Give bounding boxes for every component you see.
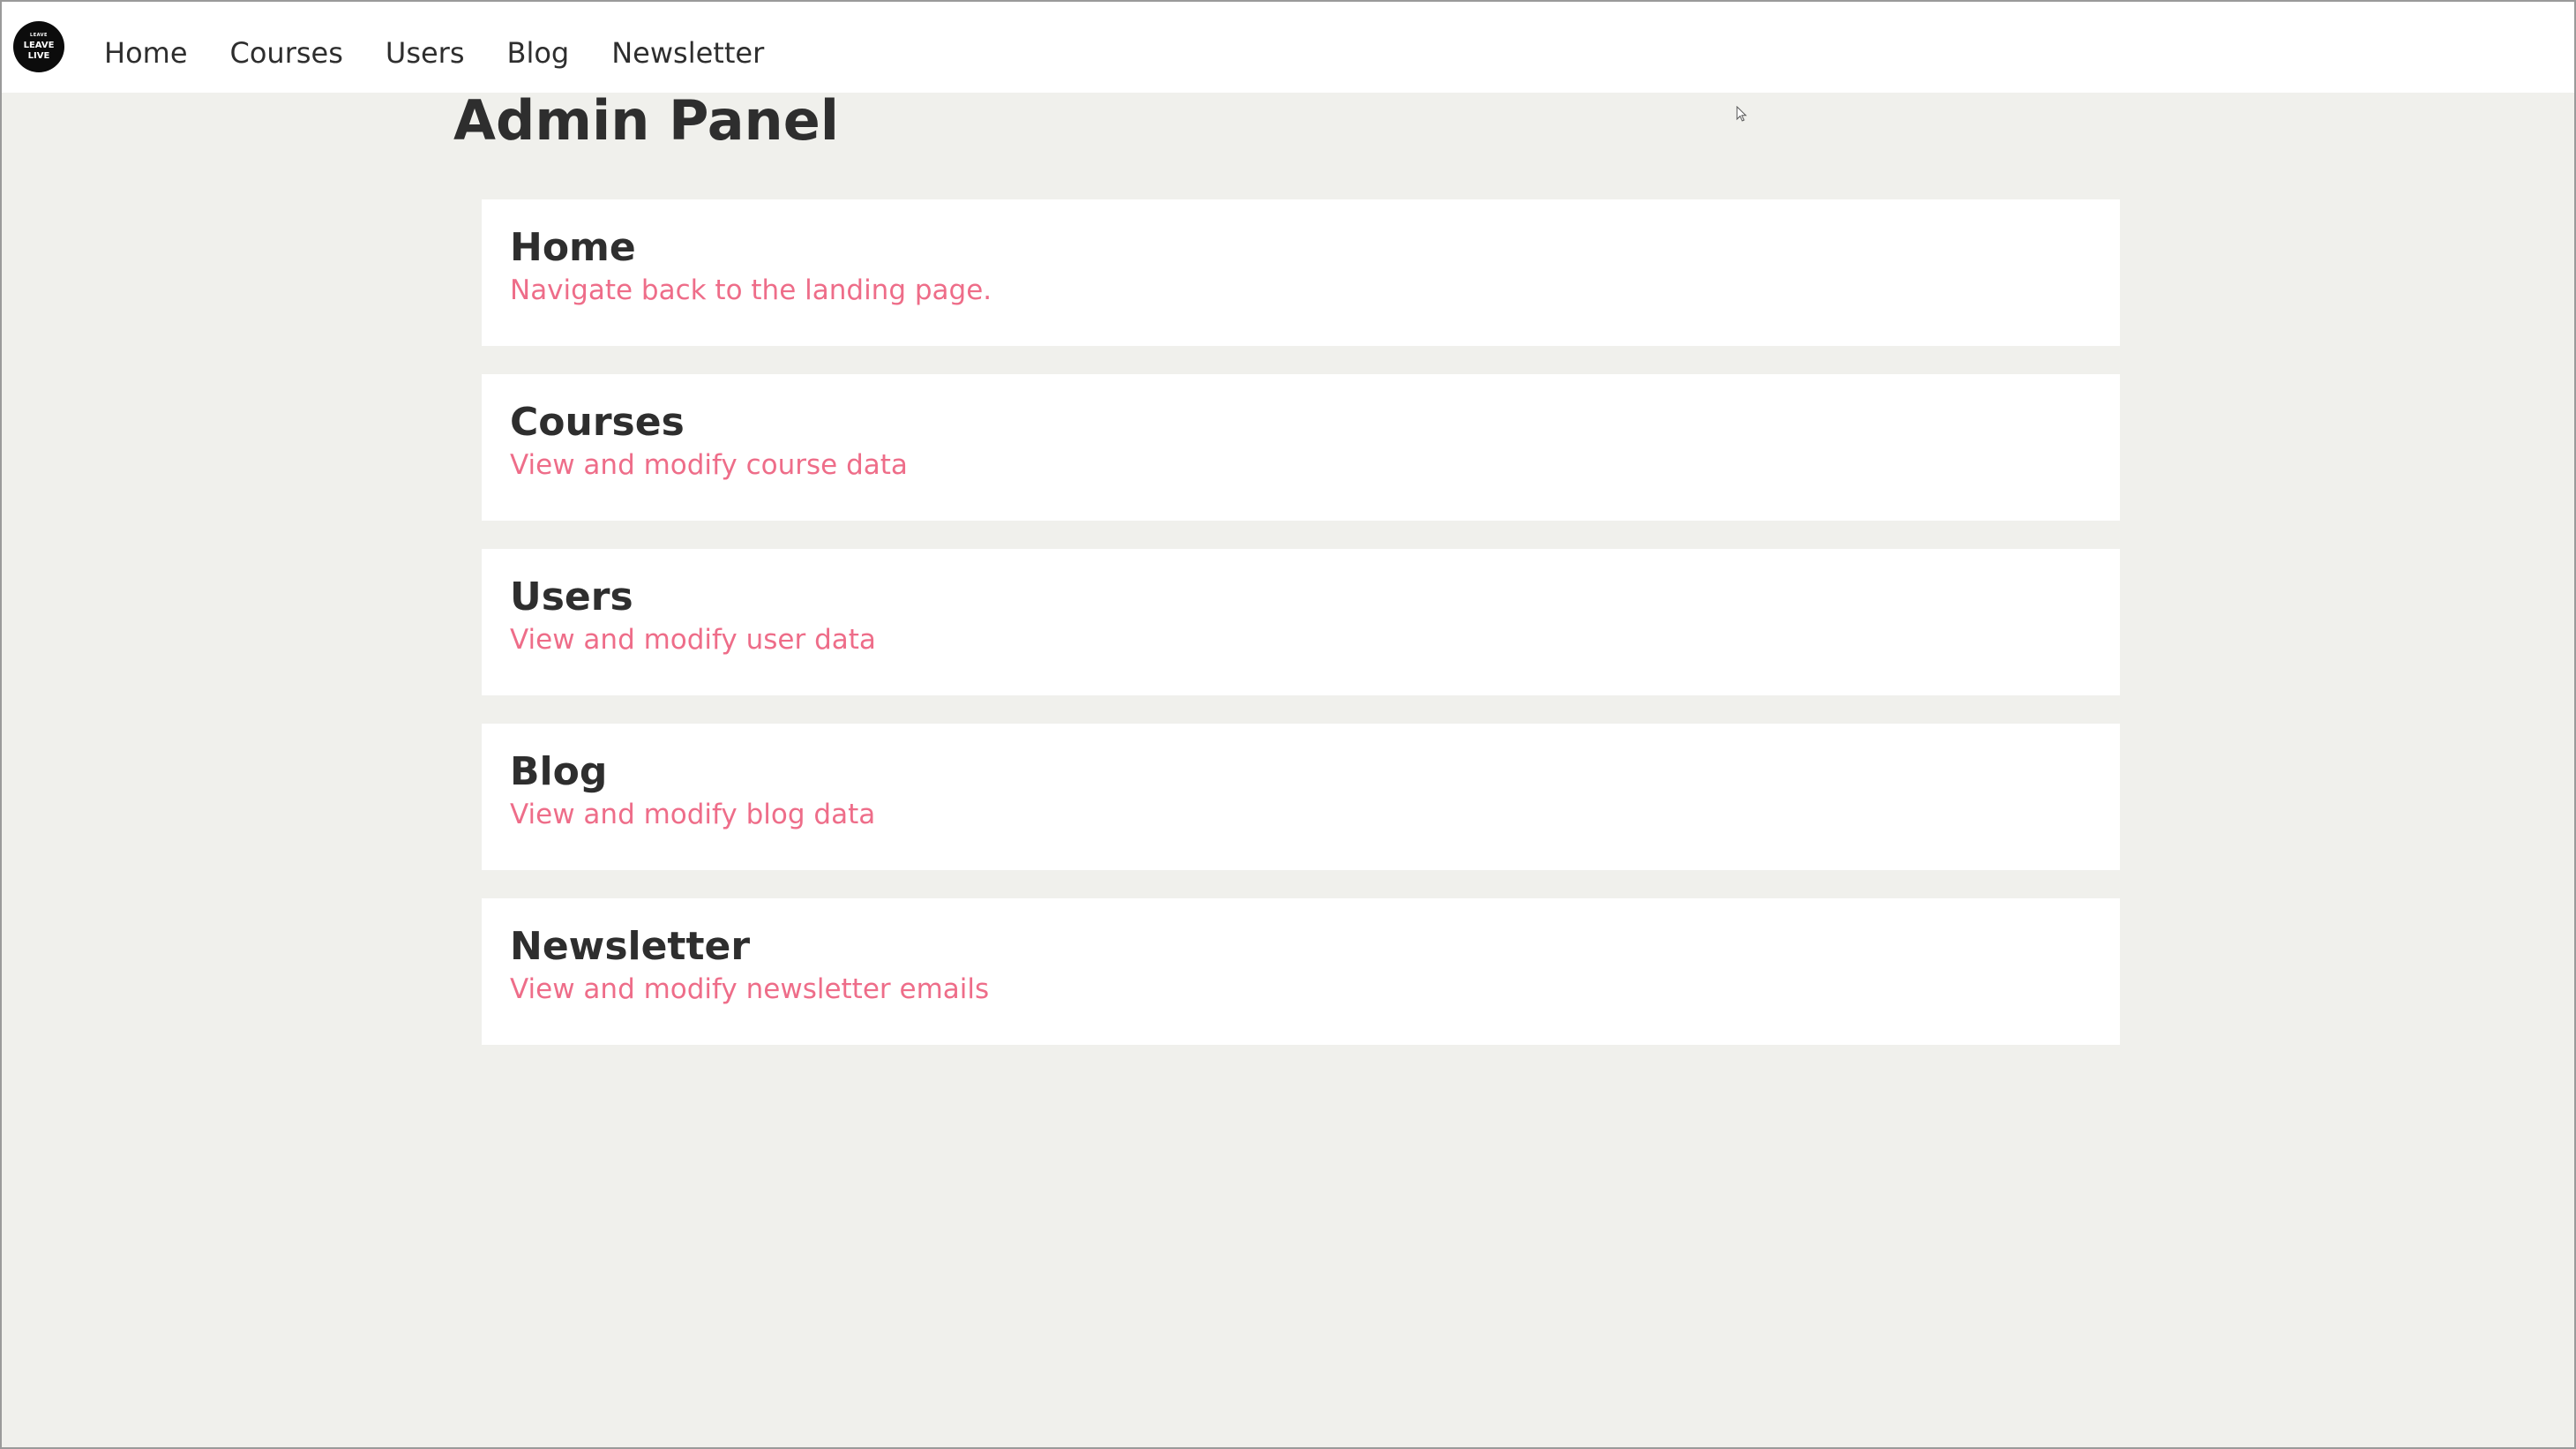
card-title: Newsletter	[510, 924, 751, 969]
card-title: Users	[510, 574, 633, 619]
top-navigation-bar: LEAVE LEAVE LIVE Home Courses Users Blog…	[2, 2, 2574, 93]
card-description: View and modify course data	[510, 448, 908, 481]
logo-line-2: LIVE	[27, 50, 50, 61]
mouse-cursor-icon	[1736, 106, 1748, 122]
nav-link-users[interactable]: Users	[386, 36, 465, 70]
logo-line-1: LEAVE	[23, 40, 55, 50]
card-title: Blog	[510, 749, 608, 794]
nav-link-home[interactable]: Home	[104, 36, 188, 70]
card-newsletter[interactable]: Newsletter View and modify newsletter em…	[482, 898, 2120, 1045]
logo-small-text: LEAVE	[30, 32, 48, 38]
card-home[interactable]: Home Navigate back to the landing page.	[482, 199, 2120, 346]
card-description: Navigate back to the landing page.	[510, 274, 992, 306]
brand-logo[interactable]: LEAVE LEAVE LIVE	[13, 21, 64, 72]
page-title: Admin Panel	[453, 88, 839, 153]
nav-link-newsletter[interactable]: Newsletter	[611, 36, 764, 70]
card-description: View and modify user data	[510, 623, 876, 656]
admin-card-list: Home Navigate back to the landing page. …	[482, 199, 2120, 1073]
card-description: View and modify blog data	[510, 798, 876, 830]
card-users[interactable]: Users View and modify user data	[482, 549, 2120, 695]
card-blog[interactable]: Blog View and modify blog data	[482, 724, 2120, 870]
card-description: View and modify newsletter emails	[510, 972, 990, 1005]
nav-link-blog[interactable]: Blog	[507, 36, 570, 70]
card-courses[interactable]: Courses View and modify course data	[482, 374, 2120, 521]
card-title: Courses	[510, 400, 685, 445]
card-title: Home	[510, 225, 636, 270]
nav-link-courses[interactable]: Courses	[230, 36, 343, 70]
